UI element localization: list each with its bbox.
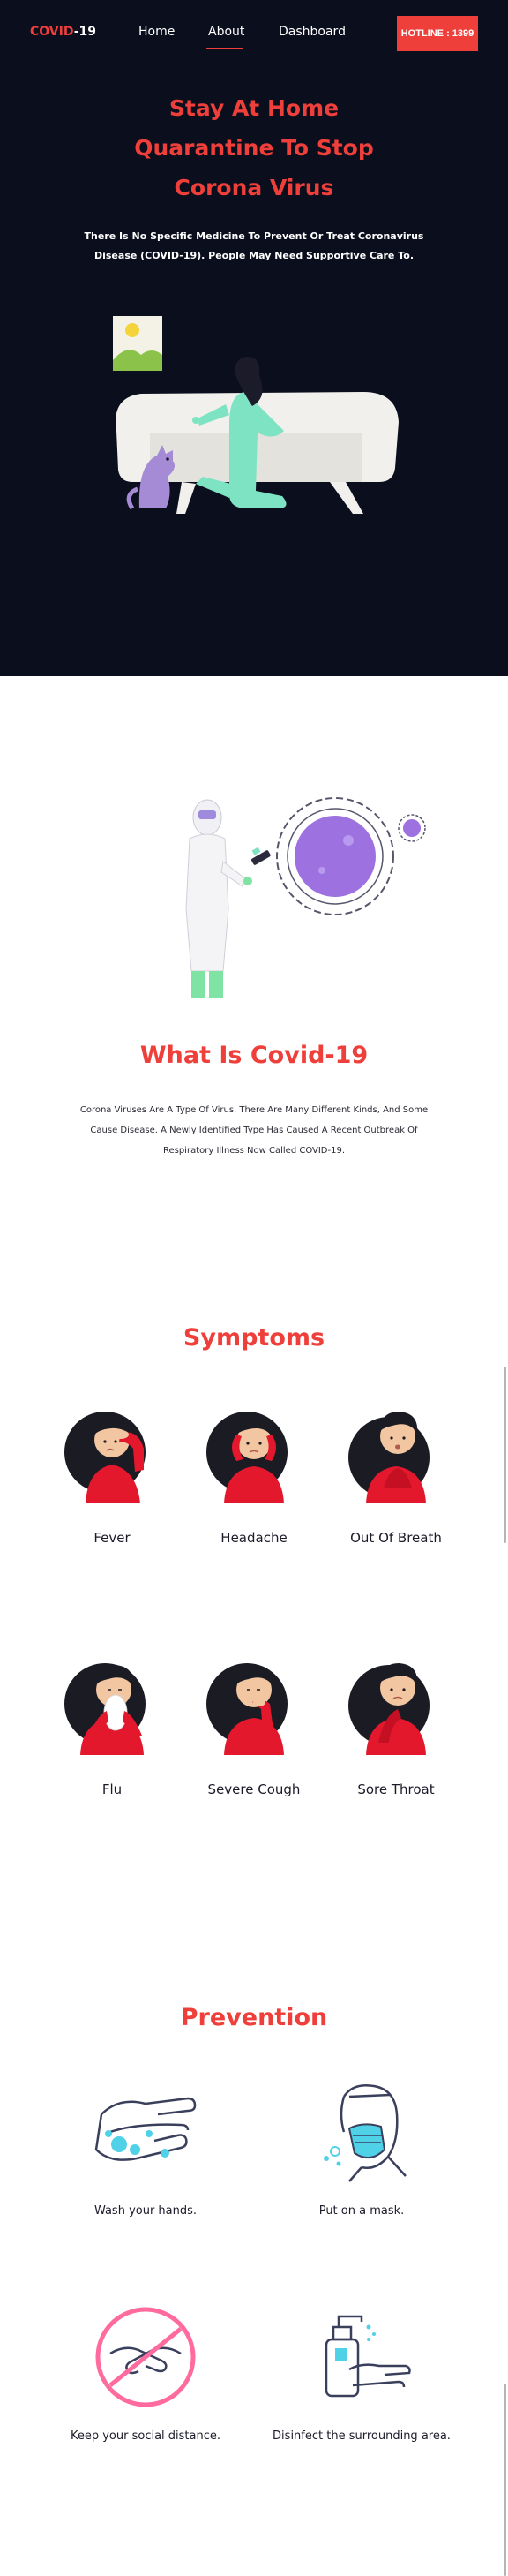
symptom-card-out-of-breath: Out Of Breath	[330, 1399, 462, 1546]
prevention-card-disinfect: Disinfect the surrounding area.	[265, 2304, 459, 2443]
breath-person-icon	[348, 1412, 430, 1503]
cough-person-icon	[206, 1663, 288, 1755]
about-description: Corona Viruses Are A Type Of Virus. Ther…	[79, 1105, 429, 1156]
mask-icon	[324, 2084, 407, 2182]
symptoms-title: Symptoms	[183, 1324, 325, 1352]
prevention-label: Keep your social distance.	[70, 2429, 221, 2443]
doctor-icon	[185, 799, 271, 998]
no-handshake-icon	[95, 2307, 196, 2407]
symptom-card-fever: Fever	[46, 1399, 178, 1546]
large-virus-icon	[276, 797, 394, 915]
nav-home[interactable]: Home	[138, 25, 175, 39]
picture-frame-icon	[113, 316, 162, 371]
symptom-label: Fever	[93, 1530, 131, 1546]
prevention-card-wash-hands: Wash your hands.	[49, 2079, 243, 2218]
prevention-card-social-distance: Keep your social distance.	[49, 2304, 243, 2443]
symptom-label: Headache	[220, 1530, 288, 1546]
logo-text-covid: COVID	[30, 25, 74, 39]
nav-active-indicator	[206, 48, 243, 49]
logo[interactable]: COVID-19	[30, 25, 96, 39]
hero-section: COVID-19 Home About Dashboard HOTLINE : …	[0, 0, 508, 676]
prevention-label: Put on a mask.	[318, 2204, 405, 2218]
prevention-card-mask: Put on a mask.	[265, 2079, 459, 2218]
fever-person-icon	[64, 1412, 146, 1503]
symptom-label: Sore Throat	[357, 1781, 435, 1797]
small-virus-icon	[398, 814, 426, 842]
symptom-label: Severe Cough	[207, 1781, 301, 1797]
stay-home-illustration	[113, 316, 399, 514]
nav-dashboard[interactable]: Dashboard	[279, 25, 346, 39]
flu-person-icon	[64, 1663, 146, 1755]
logo-text-19: -19	[73, 25, 97, 39]
symptom-card-headache: Headache	[188, 1399, 320, 1546]
throat-person-icon	[348, 1663, 430, 1755]
scrollbar-thumb[interactable]	[504, 2384, 506, 2576]
hero-title-line-2: Quarantine To Stop	[134, 135, 374, 161]
sanitizer-icon	[325, 2315, 411, 2398]
hero-description: There Is No Specific Medicine To Prevent…	[84, 230, 424, 261]
prevention-title: Prevention	[180, 2004, 328, 2031]
doctor-virus-illustration	[185, 797, 426, 998]
symptom-card-flu: Flu	[46, 1651, 178, 1797]
hotline-button[interactable]: HOTLINE : 1399	[397, 16, 478, 51]
symptom-label: Out Of Breath	[350, 1530, 442, 1546]
prevention-label: Disinfect the surrounding area.	[273, 2429, 451, 2443]
hand-wash-icon	[94, 2097, 197, 2161]
nav-about[interactable]: About	[208, 25, 244, 39]
about-title: What Is Covid-19	[139, 1042, 369, 1069]
symptom-label: Flu	[101, 1781, 123, 1797]
symptom-card-severe-cough: Severe Cough	[188, 1651, 320, 1797]
headache-person-icon	[206, 1412, 288, 1503]
scrollbar-thumb[interactable]	[504, 1367, 506, 1543]
hero-title-line-3: Corona Virus	[174, 175, 334, 200]
prevention-label: Wash your hands.	[93, 2204, 198, 2218]
hero-title-line-1: Stay At Home	[168, 95, 340, 121]
symptom-card-sore-throat: Sore Throat	[330, 1651, 462, 1797]
